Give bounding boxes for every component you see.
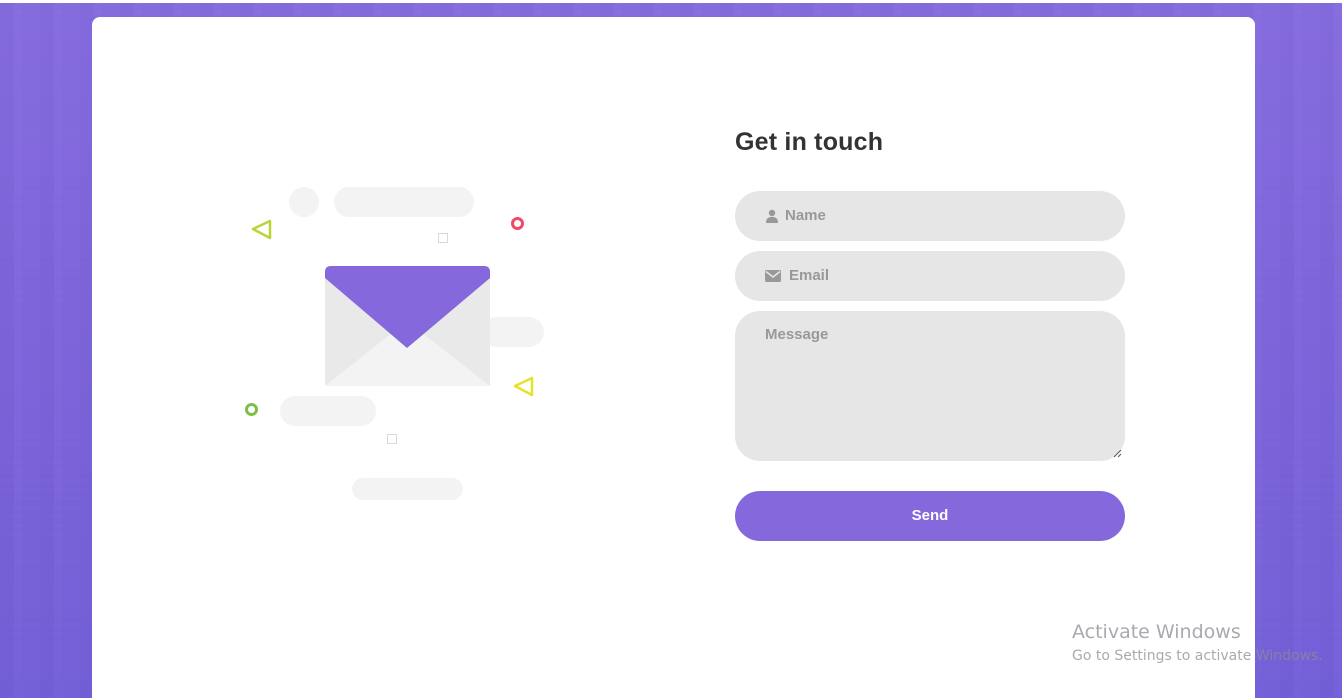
decor-square [387, 434, 397, 444]
envelope-icon [765, 270, 781, 282]
decor-pill [334, 187, 474, 217]
email-field[interactable]: Email [735, 251, 1125, 301]
contact-form: Get in touch Name Email Message Send [735, 125, 1125, 541]
message-field[interactable]: Message [735, 311, 1125, 461]
watermark-subtitle: Go to Settings to activate Windows. [1072, 648, 1323, 664]
envelope-illustration [92, 17, 692, 617]
decor-ring-green [245, 403, 258, 416]
form-title: Get in touch [735, 128, 884, 156]
name-field[interactable]: Name [735, 191, 1125, 241]
message-placeholder: Message [765, 326, 829, 343]
decor-triangle-yellow [513, 376, 534, 397]
send-button[interactable]: Send [735, 491, 1125, 541]
decor-square [438, 233, 448, 243]
email-placeholder: Email [789, 267, 830, 284]
user-icon [766, 209, 778, 223]
resize-grip-icon[interactable] [1113, 449, 1122, 458]
decor-pill [352, 478, 463, 500]
activation-watermark: Activate Windows Go to Settings to activ… [1072, 620, 1323, 666]
decor-circle [289, 187, 319, 217]
name-placeholder: Name [785, 207, 826, 224]
watermark-title: Activate Windows [1072, 621, 1241, 643]
contact-card: Get in touch Name Email Message Send [92, 17, 1255, 698]
decor-triangle-lime [251, 219, 272, 240]
top-strip [0, 0, 1342, 3]
decor-ring-red [511, 217, 524, 230]
envelope-icon [325, 266, 490, 386]
decor-pill [482, 317, 544, 347]
decor-pill [280, 396, 376, 426]
